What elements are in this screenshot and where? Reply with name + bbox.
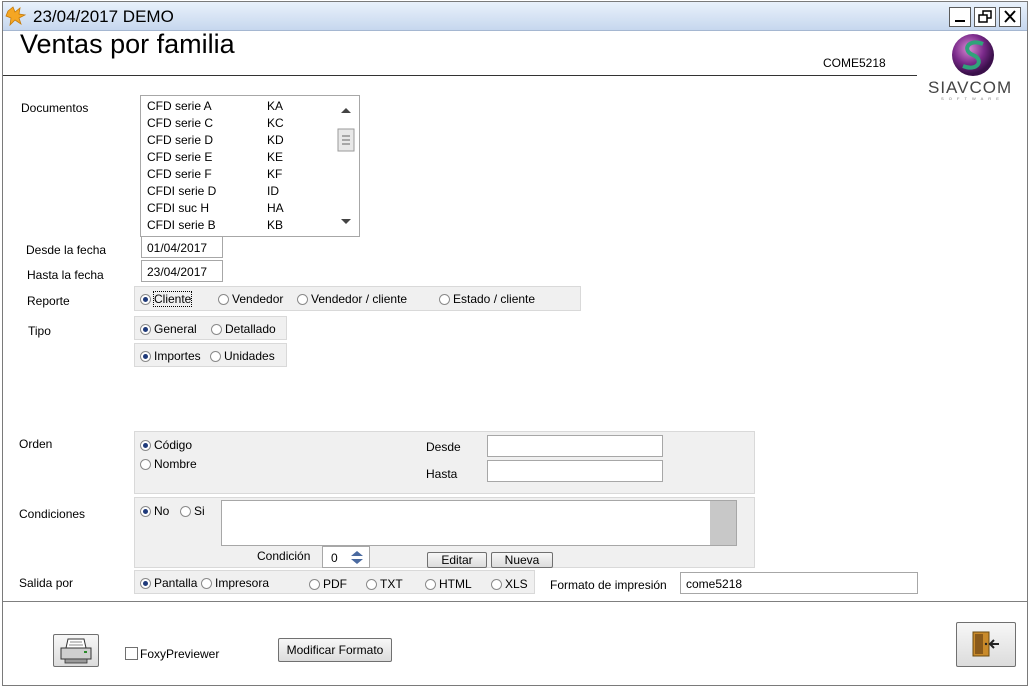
printer-icon xyxy=(60,638,92,664)
editar-button[interactable]: Editar xyxy=(427,552,487,568)
window-title: 23/04/2017 DEMO xyxy=(33,7,174,26)
minimize-icon xyxy=(955,20,965,22)
list-item[interactable]: CFD serie C KC xyxy=(147,116,337,133)
list-item[interactable]: CFDI suc H HA xyxy=(147,201,337,218)
company-logo: SIAVCOM S O F T W A R E xyxy=(925,32,1021,102)
condicion-label: Condición xyxy=(257,549,311,563)
condiciones-scrollbar[interactable] xyxy=(710,501,736,545)
tipo2-group: Importes Unidades xyxy=(134,343,287,367)
hasta-fecha-label: Hasta la fecha xyxy=(27,268,104,282)
condicion-spinner[interactable]: 0 xyxy=(322,546,370,568)
list-item[interactable]: CFDI serie D ID xyxy=(147,184,337,201)
close-button[interactable] xyxy=(999,7,1021,27)
documentos-scrollbar[interactable] xyxy=(335,99,357,233)
report-code: COME5218 xyxy=(823,56,886,70)
formato-label: Formato de impresión xyxy=(550,578,667,592)
print-button[interactable] xyxy=(53,634,99,667)
condicion-value: 0 xyxy=(331,551,338,565)
salida-label: Salida por xyxy=(19,576,74,590)
header-divider xyxy=(3,75,917,76)
foxypreviewer-label: FoxyPreviewer xyxy=(140,647,220,661)
documentos-list[interactable]: CFD serie A KA CFD serie C KC CFD serie DK… xyxy=(140,95,360,237)
list-item[interactable]: CFD serie E KE xyxy=(147,150,337,167)
tipo-group: General Detallado xyxy=(134,316,287,340)
formato-input[interactable]: come5218 xyxy=(680,572,918,594)
spinner-arrows-icon[interactable] xyxy=(345,548,369,566)
orden-label: Orden xyxy=(19,437,53,451)
list-item[interactable]: CFD serie F KF xyxy=(147,167,337,184)
page-title: Ventas por familia xyxy=(20,29,235,59)
logo-text: SIAVCOM xyxy=(928,78,1013,97)
restore-icon xyxy=(978,10,992,23)
condiciones-group: No Si Condición Editar Nueva xyxy=(134,497,755,568)
orden-hasta-label: Hasta xyxy=(426,467,458,481)
report-window: 23/04/2017 DEMO Ventas por familia COME5… xyxy=(2,1,1028,686)
desde-fecha-label: Desde la fecha xyxy=(26,243,107,257)
list-item[interactable]: CFDI serie B KB xyxy=(147,218,337,235)
close-icon xyxy=(1004,10,1016,23)
hasta-fecha-input[interactable]: 23/04/2017 xyxy=(141,260,223,282)
modificar-formato-button[interactable]: Modificar Formato xyxy=(278,638,392,662)
app-logo-icon xyxy=(5,6,27,27)
tipo-label: Tipo xyxy=(28,324,51,338)
list-item[interactable]: CFD serie D KD xyxy=(147,133,337,150)
nueva-button[interactable]: Nueva xyxy=(491,552,553,568)
list-item[interactable]: CFD serie A KA xyxy=(147,99,337,116)
documentos-label: Documentos xyxy=(21,101,89,115)
reporte-group: Cliente Vendedor Vendedor / cliente Esta… xyxy=(134,286,581,311)
exit-door-icon xyxy=(972,631,999,657)
exit-button[interactable] xyxy=(956,622,1016,667)
desde-fecha-input[interactable]: 01/04/2017 xyxy=(141,236,223,258)
siavcom-logo-icon xyxy=(952,34,994,76)
condiciones-label: Condiciones xyxy=(19,507,86,521)
reporte-label: Reporte xyxy=(27,294,70,308)
minimize-button[interactable] xyxy=(949,7,971,27)
footer-divider xyxy=(3,601,1027,602)
title-bar: 23/04/2017 DEMO xyxy=(3,2,1027,31)
orden-desde-label: Desde xyxy=(426,440,461,454)
condiciones-textarea[interactable] xyxy=(221,500,737,546)
orden-group: Código Nombre Desde Hasta xyxy=(134,431,755,494)
salida-group: Pantalla Impresora PDF TXT HTML XLS xyxy=(134,570,535,594)
foxypreviewer-checkbox[interactable] xyxy=(125,647,138,660)
maximize-button[interactable] xyxy=(974,7,996,27)
orden-hasta-input[interactable] xyxy=(487,460,663,482)
orden-desde-input[interactable] xyxy=(487,435,663,457)
logo-subtext: S O F T W A R E xyxy=(941,96,1001,101)
